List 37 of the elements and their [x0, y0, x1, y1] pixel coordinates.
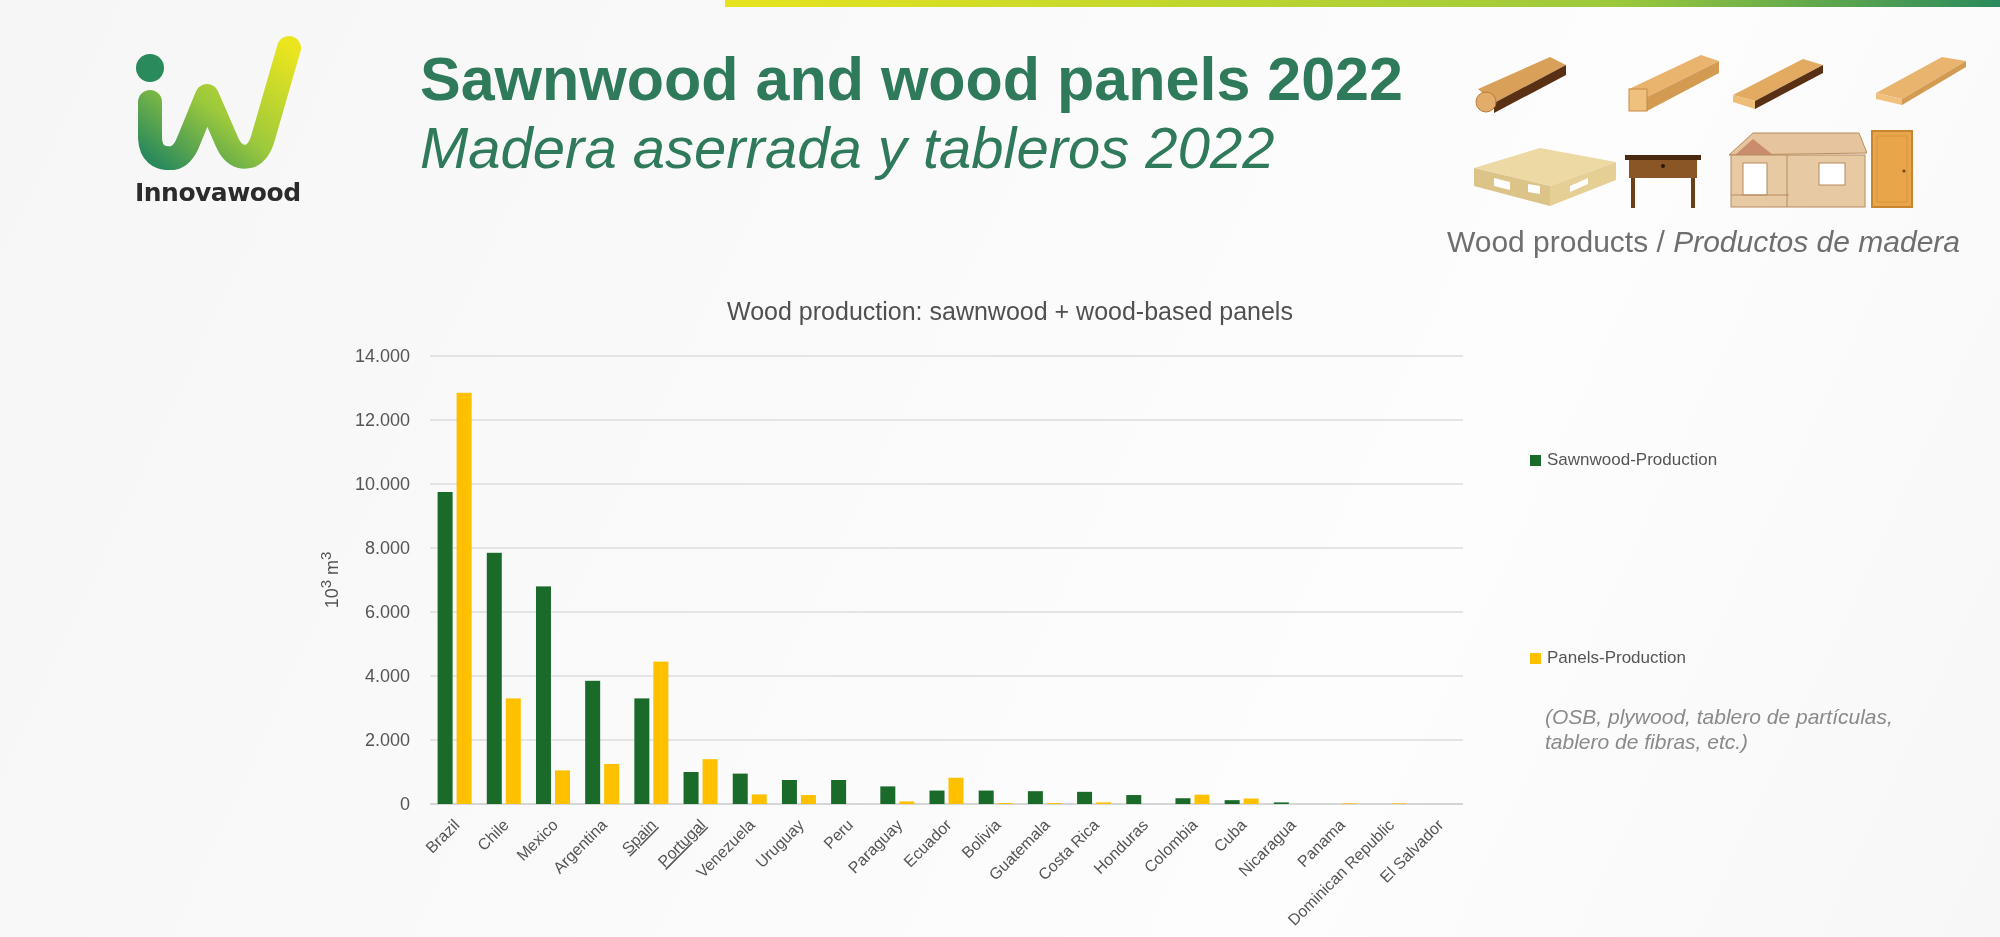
bar [831, 780, 847, 804]
page-subtitle: Madera aserrada y tableros 2022 [420, 114, 1276, 181]
bar [781, 780, 797, 804]
axis-tick-label: 2.000 [364, 730, 410, 750]
chart-title: Wood production: sawnwood + wood-based panels [727, 297, 1293, 325]
bar [555, 770, 570, 804]
products-caption: Wood products / Productos de madera [1446, 225, 1960, 259]
bar [1027, 791, 1043, 804]
bar [1126, 795, 1142, 804]
legend-label: Panels-Production [1547, 648, 1686, 668]
axis-tick-label: 6.000 [364, 602, 410, 622]
axis-tick-label: 8.000 [364, 538, 410, 558]
axis-tick-label: 14.000 [354, 346, 410, 366]
axis-tick-label: 0 [400, 794, 410, 814]
bar [751, 794, 767, 804]
bar [929, 790, 945, 804]
legend-label: Sawnwood-Production [1547, 450, 1718, 470]
bar [1224, 800, 1240, 804]
bar [1243, 798, 1259, 804]
bar [800, 795, 816, 804]
logo-wordmark: Innovawood [135, 178, 301, 207]
page-title: Sawnwood and wood panels 2022 [420, 44, 1403, 114]
bar [948, 777, 964, 804]
bar [1175, 798, 1191, 804]
axis-tick-label: 4.000 [364, 666, 410, 686]
bar [978, 790, 994, 804]
bar [1077, 791, 1093, 804]
legend-note: (OSB, plywood, tablero de partículas, tablero de fibras, etc.) [1545, 704, 1894, 755]
bar [1194, 794, 1210, 804]
bar [604, 764, 620, 804]
bar [683, 772, 699, 804]
axis-tick-label: 10.000 [354, 474, 410, 494]
bar [899, 801, 915, 804]
bar [732, 773, 748, 804]
axis-tick-label: 12.000 [354, 410, 410, 430]
bar [702, 759, 718, 804]
bar [880, 786, 896, 804]
